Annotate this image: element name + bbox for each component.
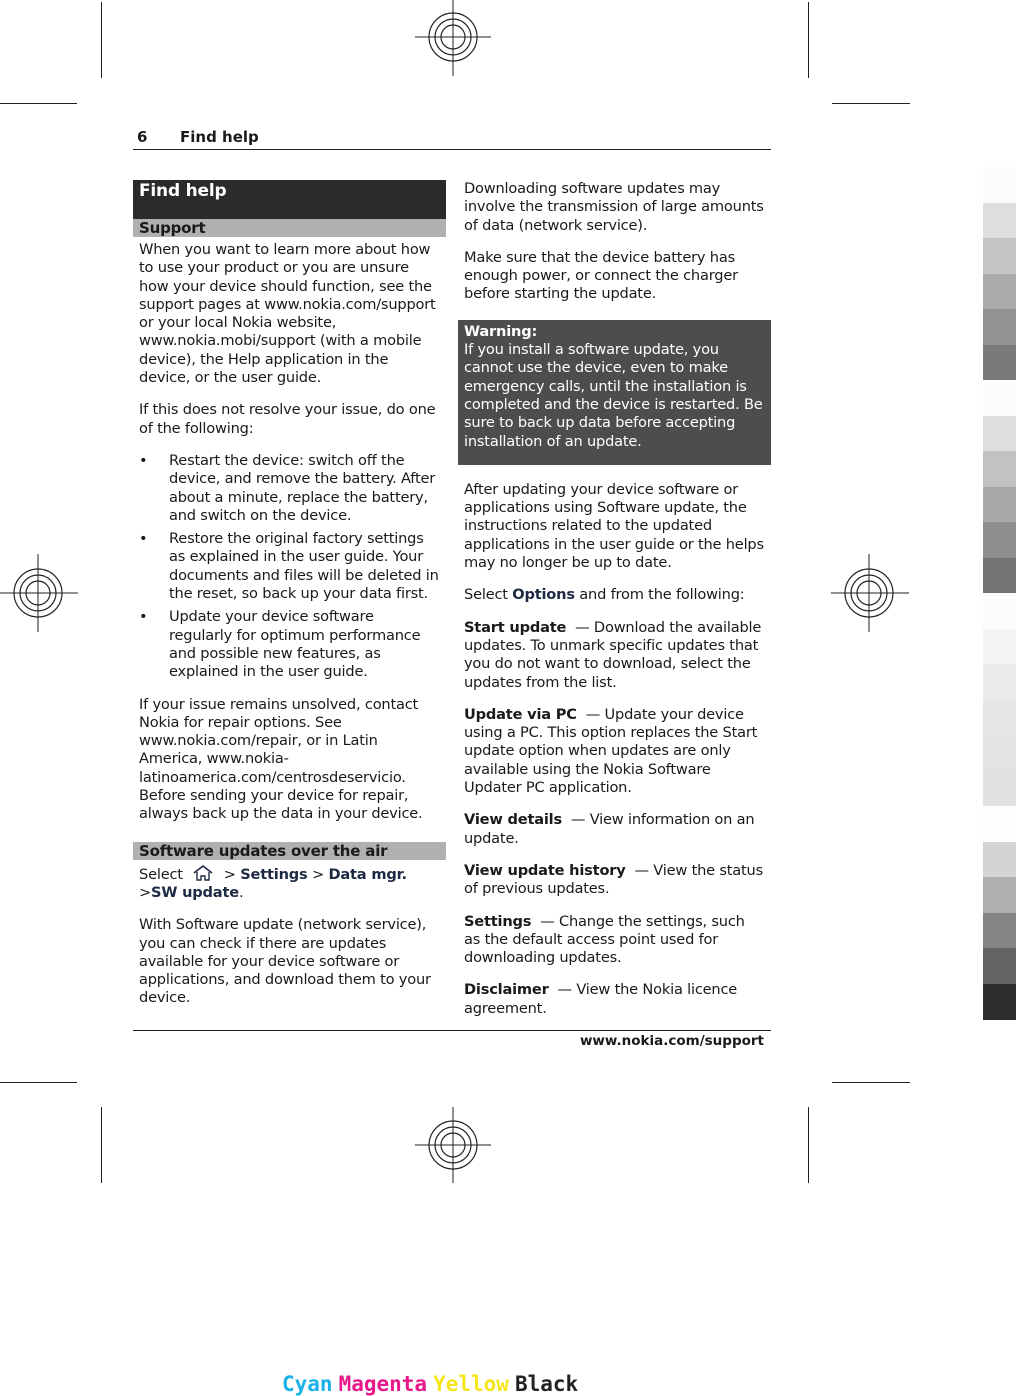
registration-mark-bottom — [415, 1107, 491, 1183]
battery-note: Make sure that the device battery has en… — [464, 248, 738, 303]
color-swatch — [983, 238, 1016, 274]
running-header-title: Find help — [180, 128, 259, 146]
support-if-not-resolved: If this does not resolve your issue, do … — [139, 401, 436, 437]
options-list: Start update — Download the available up… — [464, 619, 765, 1018]
color-swatch — [983, 664, 1016, 700]
color-swatch — [983, 380, 1016, 416]
option-start-update: Start update — Download the available up… — [464, 618, 762, 691]
page-number: 6 — [137, 128, 148, 146]
color-swatch — [983, 593, 1016, 629]
registration-mark-right — [831, 554, 909, 632]
running-header: 6 Find help — [133, 127, 771, 150]
footer-rule — [133, 1030, 771, 1031]
color-swatch — [983, 699, 1016, 736]
cmyk-label-black: Black — [514, 1372, 579, 1396]
menu-item-data-mgr: Data mgr. — [328, 865, 407, 883]
chapter-title: Find help — [133, 180, 446, 219]
footer-url[interactable]: www.nokia.com/support — [580, 1033, 764, 1049]
menu-item-sw-update: SW update — [151, 883, 239, 901]
bullet-icon: • — [139, 608, 148, 626]
download-note: Downloading software updates may involve… — [464, 180, 764, 234]
right-column: Downloading software updates may involve… — [458, 180, 771, 1032]
cmyk-label-cyan: Cyan — [282, 1372, 333, 1396]
warning-box: Warning: If you install a software updat… — [458, 319, 771, 465]
support-steps-list: • Restart the device: switch off the devi… — [133, 452, 446, 682]
support-intro: When you want to learn more about how to… — [139, 241, 436, 387]
option-view-update-history: View update history — View the status of… — [464, 861, 764, 898]
option-update-via-pc: Update via PC — Update your device using… — [464, 705, 758, 797]
list-item: • Restart the device: switch off the devi… — [139, 451, 436, 524]
crop-mark — [808, 2, 809, 78]
color-swatch — [983, 557, 1016, 594]
color-swatch — [983, 983, 1016, 1020]
list-item: • Restore the original factory settings a… — [139, 530, 439, 603]
color-swatch — [983, 486, 1016, 523]
section-heading-support: Support — [133, 219, 446, 237]
select-options-line: Select Options and from the following: — [464, 586, 745, 604]
left-column: Find help Support When you want to learn… — [133, 180, 446, 1022]
color-swatch — [983, 202, 1016, 239]
color-swatch — [983, 877, 1016, 913]
color-swatch — [983, 628, 1016, 665]
option-settings: Settings — Change the settings, such as … — [464, 912, 745, 967]
cmyk-labels: Cyan Magenta Yellow Black — [282, 1372, 584, 1396]
color-swatch — [983, 344, 1016, 381]
home-icon — [193, 864, 213, 881]
cmyk-label-magenta: Magenta — [338, 1372, 428, 1396]
color-swatch — [983, 309, 1016, 345]
list-item: • Update your device software regularly f… — [139, 608, 421, 681]
after-update-note: After updating your device software or a… — [464, 480, 764, 572]
option-view-details: View details — View information on an up… — [464, 811, 755, 847]
options-label: Options — [512, 586, 575, 604]
color-swatch — [983, 841, 1016, 878]
section-heading-ota: Software updates over the air — [133, 841, 446, 860]
color-swatch — [983, 948, 1016, 984]
warning-text: If you install a software update, you ca… — [464, 341, 763, 450]
color-swatch — [983, 770, 1016, 807]
crop-mark — [101, 1107, 102, 1183]
color-swatch — [983, 912, 1016, 949]
cmyk-label-yellow: Yellow — [433, 1372, 509, 1396]
option-disclaimer: Disclaimer — View the Nokia licence agre… — [464, 981, 738, 1017]
crop-mark — [0, 103, 77, 104]
crop-mark — [0, 1082, 77, 1083]
color-swatch — [983, 273, 1016, 310]
color-swatch — [983, 806, 1016, 842]
crop-mark — [832, 103, 910, 104]
ota-description: With Software update (network service), … — [139, 916, 431, 1007]
registration-mark-top — [415, 0, 491, 76]
color-swatch — [983, 415, 1016, 452]
crop-mark — [101, 2, 102, 78]
color-swatch — [983, 522, 1016, 558]
registration-mark-left — [0, 554, 78, 632]
crop-mark — [808, 1107, 809, 1183]
warning-label: Warning: — [464, 322, 538, 340]
support-unsolved: If your issue remains unsolved, contact … — [139, 695, 423, 823]
color-swatch — [983, 735, 1016, 771]
menu-path: Select > Settings > Data mgr. >SW update… — [139, 864, 407, 901]
menu-item-settings: Settings — [240, 865, 308, 883]
bullet-icon: • — [139, 451, 148, 469]
color-swatch — [983, 451, 1016, 487]
bullet-icon: • — [139, 530, 148, 548]
color-swatch — [983, 167, 1016, 203]
crop-mark — [832, 1082, 910, 1083]
